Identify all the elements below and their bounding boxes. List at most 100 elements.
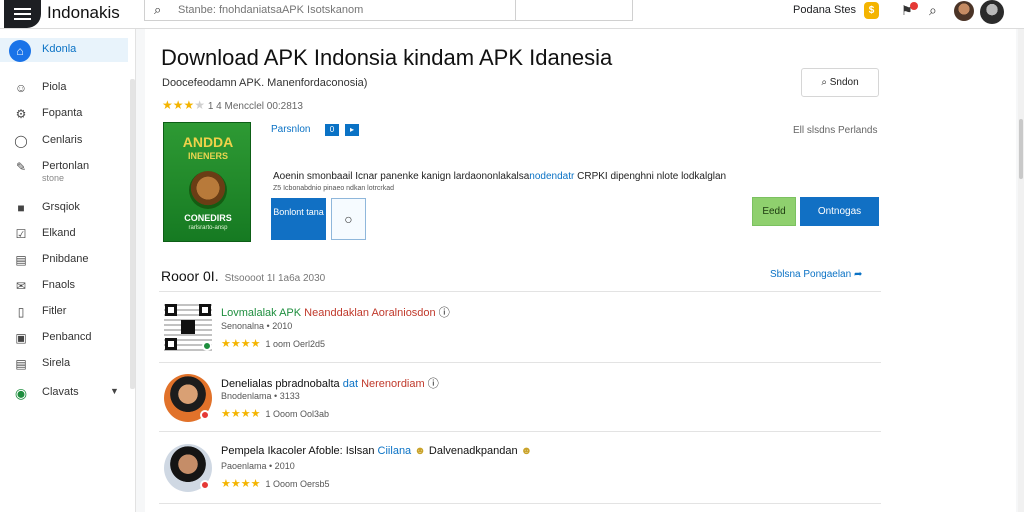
share-icon[interactable]: ▸: [345, 124, 359, 136]
qr-corner: [165, 304, 177, 316]
home-icon: ⌂: [9, 40, 31, 62]
scrollbar-thumb[interactable]: [1019, 119, 1023, 179]
help-icon[interactable]: ⓘ: [428, 378, 439, 390]
app-icon-text: INENERS: [187, 151, 228, 161]
green-button[interactable]: Eedd: [752, 197, 796, 226]
app-icon-text: ANDDA: [182, 134, 234, 150]
developer-link[interactable]: Parsnlon: [271, 124, 310, 135]
app-icon-text: CONEDIRS: [184, 213, 232, 223]
primary-button[interactable]: Bonlont tana: [271, 198, 326, 240]
sidebar-item-label: Pertonlan: [42, 160, 90, 172]
sidebar-item-label: Fnaols: [42, 279, 76, 291]
globe-icon: ◯: [14, 134, 28, 148]
sidebar-item-label: Fopanta: [42, 107, 83, 119]
chevron-down-icon[interactable]: ▼: [110, 386, 119, 396]
description-link[interactable]: nodendatr: [529, 171, 574, 182]
qr-corner: [165, 338, 177, 350]
sidebar-item-4[interactable]: ✎ Pertonlan stone: [0, 155, 128, 189]
avatar[interactable]: [164, 374, 212, 422]
sidebar-item-6[interactable]: ☑ Elkand: [0, 222, 128, 246]
sidebar-item-8[interactable]: ✉ Fnaols: [0, 274, 128, 298]
star-empty-icon: ★: [194, 98, 206, 112]
sidebar-item-5[interactable]: ■ Grsqiok: [0, 196, 128, 220]
sidebar-item-label: Kdonla: [42, 43, 77, 55]
sidebar-item-label: Penbancd: [42, 331, 92, 343]
top-action-button[interactable]: ⌕ Sndon: [801, 68, 879, 97]
pen-icon: ✎: [15, 160, 27, 174]
brand-name[interactable]: Indonakis: [47, 3, 120, 23]
qr-code-icon[interactable]: [164, 303, 212, 351]
sidebar: ⌂ Kdonla ☺ Piola ⚙ Fopanta ◯ Cenlaris ✎ …: [0, 29, 136, 512]
page-subtitle: Doocefeodamn APK. Manenfordaconosia): [162, 77, 368, 89]
sidebar-scrollbar[interactable]: [130, 79, 135, 389]
notification-dot: [910, 2, 918, 10]
sidebar-item-9[interactable]: ▯ Fitler: [0, 300, 128, 324]
sidebar-item-3[interactable]: ◯ Cenlaris: [0, 129, 128, 153]
row-title[interactable]: Lovmalalak APK Neanddaklan Aoralniosdon …: [221, 304, 450, 320]
radio-button[interactable]: ○: [331, 198, 366, 240]
search-icon: ⌕: [821, 77, 827, 88]
help-icon[interactable]: ⓘ: [439, 307, 450, 319]
app-icon-text: rarlsrarto-ansp: [188, 225, 228, 231]
qr-corner: [199, 304, 211, 316]
avatar[interactable]: [164, 444, 212, 492]
row-rating: ★★★★ 1 Ooom Ool3ab: [221, 407, 329, 420]
row-title-secondary: dat: [342, 378, 359, 390]
row-title-tertiary: Dalvenadkpandan: [428, 445, 518, 457]
star-icon: ★: [250, 338, 261, 350]
star-icon: ★: [230, 478, 241, 490]
sidebar-item-11[interactable]: ▤ Sirela: [0, 352, 128, 376]
main-content: Download APK Indonsia kindam APK Idanesi…: [145, 29, 1016, 512]
sidebar-item-1[interactable]: ☺ Piola: [0, 76, 128, 100]
star-icon: ★: [230, 338, 241, 350]
user-label[interactable]: Podana Stes: [793, 4, 856, 16]
sidebar-item-7[interactable]: ▤ Pnibdane: [0, 248, 128, 272]
menu-icon[interactable]: [4, 0, 41, 28]
row-title[interactable]: Denelialas pbradnobalta dat Nerenordiam …: [221, 375, 439, 391]
rating-text: 1 4 Mencclel 00:2813: [207, 101, 303, 112]
row-title-primary: Denelialas pbradnobalta: [221, 378, 340, 390]
sidebar-item-label: Cenlaris: [42, 134, 83, 146]
rating-row: ★★★★ 1 4 Mencclel 00:2813: [162, 98, 303, 112]
row-title-secondary: Neanddaklan Aoralniosdon: [304, 307, 436, 319]
sidebar-item-home[interactable]: ⌂ Kdonla: [0, 38, 128, 62]
coin-icon[interactable]: $: [864, 2, 879, 19]
sidebar-item-label: Fitler: [42, 305, 67, 317]
app-description-small: Z5 Icbonabdnio pinaeo ndkan lotrcrkad: [273, 185, 395, 192]
mail-icon: ✉: [15, 279, 27, 293]
star-icon: ★: [240, 478, 251, 490]
row-rating-text: 1 oom Oerl2d5: [265, 339, 326, 349]
row-title[interactable]: Pempela Ikacoler Afoble: Islsan Ciilana …: [221, 445, 532, 457]
page-scrollbar[interactable]: [1018, 29, 1024, 512]
profile-avatar[interactable]: [980, 0, 1004, 24]
info-icon[interactable]: 0: [325, 124, 339, 136]
row-title-tertiary: Nerenordiam: [361, 378, 425, 390]
sidebar-item-10[interactable]: ▣ Penbancd: [0, 326, 128, 350]
sidebar-item-label: Pnibdane: [42, 253, 89, 265]
star-icon: ★: [221, 408, 231, 420]
people-icon: ☺: [14, 81, 28, 95]
green-circle-icon: ◉: [14, 385, 28, 401]
sidebar-item-label: Piola: [42, 81, 67, 93]
search-bar[interactable]: ⌕: [144, 0, 516, 21]
row-title-primary: Lovmalalak APK: [221, 307, 302, 319]
search-icon[interactable]: ⌕: [929, 2, 937, 19]
sidebar-item-12[interactable]: ◉ Clavats ▼: [0, 381, 128, 405]
divider: [159, 431, 881, 432]
sidebar-item-label: Sirela: [42, 357, 71, 369]
status-dot-icon: [202, 341, 212, 351]
notification-icon[interactable]: ⚑: [901, 2, 918, 19]
sidebar-item-2[interactable]: ⚙ Fopanta: [0, 102, 128, 126]
emoji-icon: ☻: [414, 445, 426, 457]
download-button[interactable]: Ontnogas: [800, 197, 879, 226]
checkbox-icon: ☑: [15, 227, 27, 241]
row-subtitle: Senonalna • 2010: [221, 321, 293, 331]
search-input[interactable]: [178, 2, 508, 18]
app-icon[interactable]: ANDDA INENERS CONEDIRS rarlsrarto-ansp: [163, 122, 251, 242]
star-icon: ★: [240, 338, 251, 350]
star-icon: ★: [221, 478, 231, 490]
window-icon: ▣: [15, 331, 27, 345]
section-link[interactable]: Sblsna Pongaelan ➦: [770, 269, 862, 280]
document-icon: ▤: [15, 357, 27, 371]
avatar[interactable]: [954, 1, 974, 21]
